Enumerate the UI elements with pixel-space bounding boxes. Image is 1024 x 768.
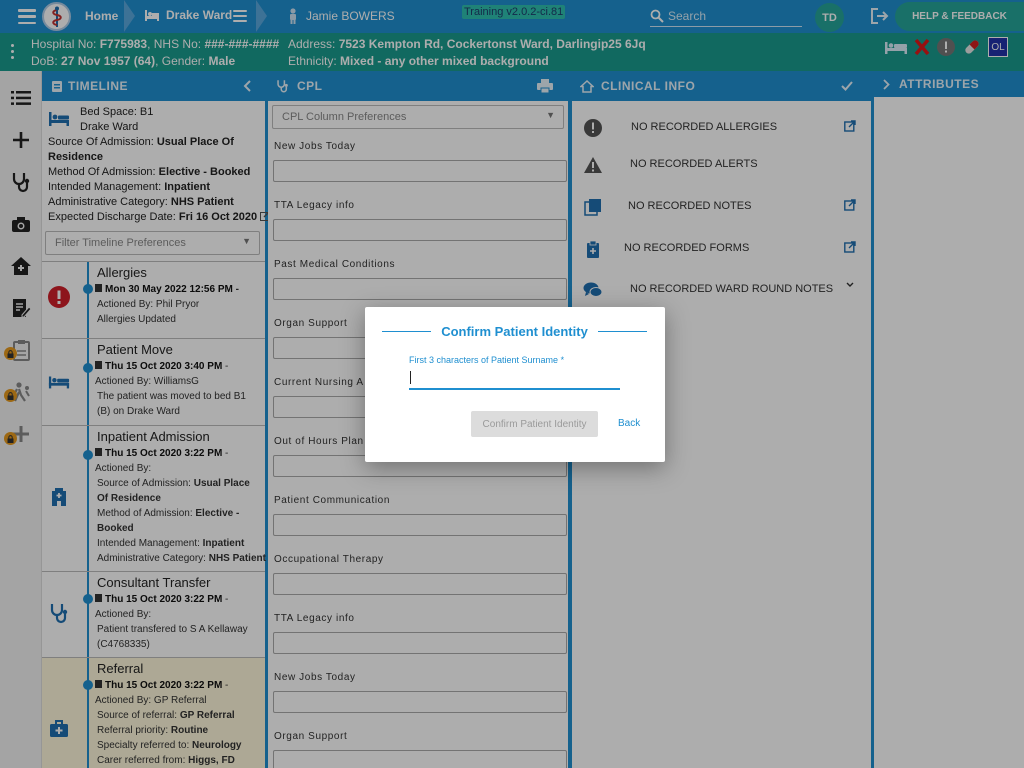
app-root: Home Drake Ward Jamie BOWERS Training v2… [0, 0, 1024, 768]
text-cursor [410, 371, 411, 384]
title-divider [597, 331, 647, 332]
title-divider [382, 331, 432, 332]
surname-input[interactable] [409, 368, 620, 390]
surname-field-label: First 3 characters of Patient Surname * [409, 355, 565, 365]
confirm-identity-button[interactable]: Confirm Patient Identity [471, 411, 598, 437]
back-button[interactable]: Back [618, 418, 640, 429]
confirm-identity-dialog: Confirm Patient Identity First 3 charact… [365, 307, 665, 462]
dialog-title: Confirm Patient Identity [382, 324, 647, 339]
